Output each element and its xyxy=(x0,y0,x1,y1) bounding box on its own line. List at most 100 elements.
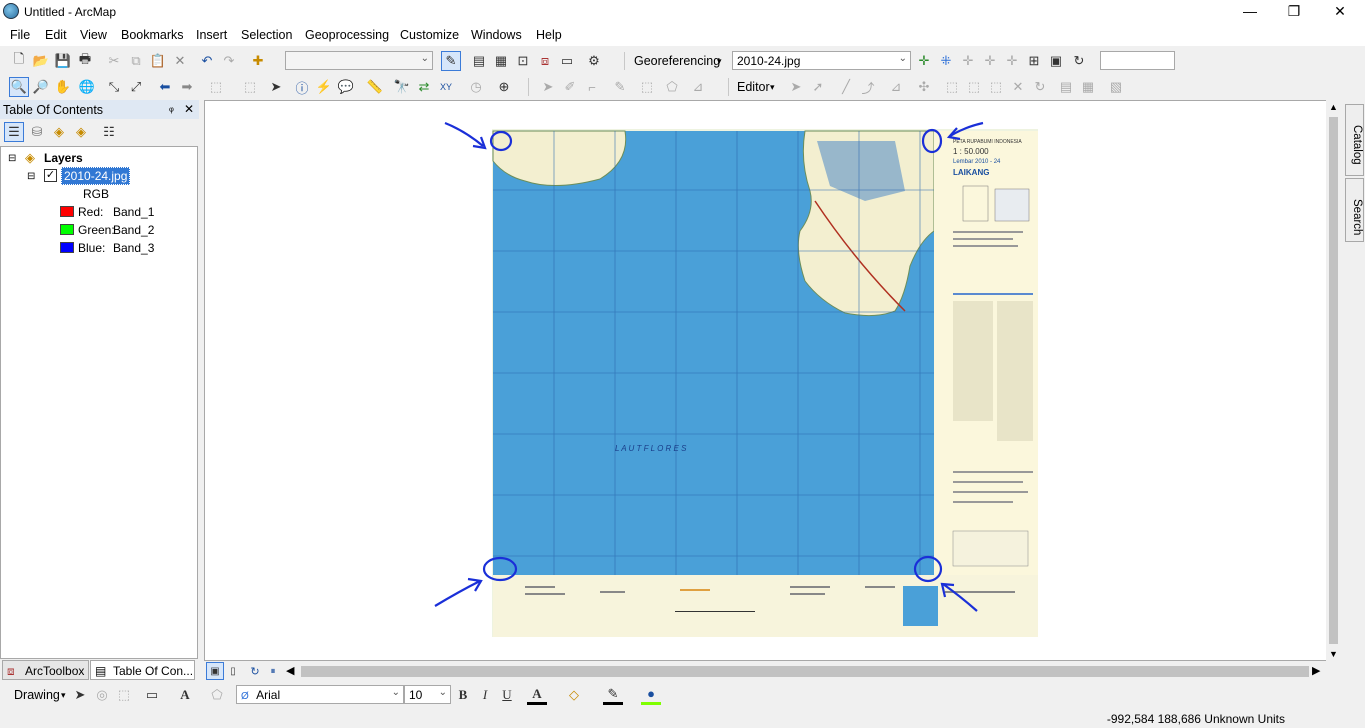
list-by-visibility-icon[interactable]: ◈ xyxy=(49,122,69,142)
table-of-contents-icon[interactable]: ▤ xyxy=(469,51,489,71)
menu-insert[interactable]: Insert xyxy=(196,28,227,42)
go-forward-icon[interactable]: ➡ xyxy=(177,77,197,97)
straight-segment-icon[interactable]: ⌐ xyxy=(582,77,602,97)
edit-vertices-icon[interactable]: ⬚ xyxy=(637,77,657,97)
scroll-up-icon[interactable]: ▲ xyxy=(1329,102,1338,112)
rotate-element-icon[interactable]: ◎ xyxy=(92,685,112,705)
marker-color-icon[interactable]: ● xyxy=(641,685,661,705)
print-icon[interactable]: 🖶 xyxy=(75,51,95,71)
map-scale-combo[interactable]: ⌄ xyxy=(285,51,433,70)
select-elements-icon[interactable]: ➤ xyxy=(266,77,286,97)
select-link-icon[interactable]: ✛ xyxy=(958,51,978,71)
search-window-icon[interactable]: ⊡ xyxy=(513,51,533,71)
sketch-properties-icon[interactable]: ▦ xyxy=(1078,77,1098,97)
rotate-edit-icon[interactable]: ↻ xyxy=(1030,77,1050,97)
undo-icon[interactable]: ↶ xyxy=(197,51,217,71)
link-table-icon[interactable]: ▣ xyxy=(1046,51,1066,71)
search-dock-tab[interactable]: Search xyxy=(1345,178,1364,242)
delete-vertex-icon[interactable]: ⬚ xyxy=(986,77,1006,97)
find-route-icon[interactable]: ⇄ xyxy=(414,77,434,97)
list-by-source-icon[interactable]: ⛁ xyxy=(27,122,47,142)
menu-help[interactable]: Help xyxy=(536,28,562,42)
minimize-button[interactable]: — xyxy=(1227,0,1273,24)
delete-link-icon[interactable]: ✛ xyxy=(1002,51,1022,71)
zoom-in-icon[interactable]: 🔍 xyxy=(9,77,29,97)
clear-selection-icon[interactable]: ⬚ xyxy=(240,77,260,97)
layout-view-icon[interactable]: ▯ xyxy=(224,662,242,680)
editor-toolbar-icon[interactable]: ✎ xyxy=(441,51,461,71)
select-features-icon[interactable]: ⬚ xyxy=(206,77,226,97)
fixed-zoom-out-icon[interactable]: ⤢ xyxy=(126,77,146,97)
add-control-points-icon[interactable]: ✛ xyxy=(914,51,934,71)
full-extent-icon[interactable]: 🌐 xyxy=(77,77,97,97)
hyperlink-icon[interactable]: 💬 xyxy=(336,77,356,97)
time-slider-icon[interactable]: ◷ xyxy=(466,77,486,97)
go-back-icon[interactable]: ⬅ xyxy=(155,77,175,97)
edit-tool-icon[interactable]: ➤ xyxy=(538,77,558,97)
create-viewer-window-icon[interactable]: ⊕ xyxy=(494,77,514,97)
menu-selection[interactable]: Selection xyxy=(241,28,292,42)
layer-name[interactable]: 2010-24.jpg xyxy=(61,167,131,185)
select-elements-icon[interactable]: ➤ xyxy=(70,685,90,705)
underline-button[interactable]: U xyxy=(497,685,517,705)
pin-icon[interactable]: ᵩ xyxy=(169,102,174,114)
georef-layer-combo[interactable]: 2010-24.jpg ⌄ xyxy=(732,51,911,70)
html-popup-icon[interactable]: ⚡ xyxy=(314,77,334,97)
layers-root[interactable]: Layers xyxy=(44,151,83,165)
list-by-drawing-order-icon[interactable]: ☰ xyxy=(4,122,24,142)
menu-customize[interactable]: Customize xyxy=(400,28,459,42)
add-data-icon[interactable]: ✚ xyxy=(248,51,268,71)
list-by-selection-icon[interactable]: ◈ xyxy=(71,122,91,142)
midpoint-icon[interactable]: ✣ xyxy=(914,77,934,97)
drawing-menu[interactable]: Drawing xyxy=(14,688,60,702)
menu-bookmarks[interactable]: Bookmarks xyxy=(121,28,184,42)
zoom-to-elements-icon[interactable]: ⬚ xyxy=(114,685,134,705)
edit-vertex-icon[interactable]: ⬚ xyxy=(942,77,962,97)
close-button[interactable]: ✕ xyxy=(1317,0,1363,24)
vertical-scroll-thumb[interactable] xyxy=(1329,117,1338,644)
text-tool-icon[interactable]: A xyxy=(175,685,195,705)
auto-registration-icon[interactable]: ⁜ xyxy=(936,51,956,71)
font-combo[interactable]: Ø Arial ⌄ xyxy=(236,685,404,704)
rectangle-icon[interactable]: ▭ xyxy=(142,685,162,705)
rotate-icon[interactable]: ↻ xyxy=(1069,51,1089,71)
collapse-icon[interactable]: ⊟ xyxy=(27,171,35,182)
toc-close-icon[interactable]: ✕ xyxy=(184,102,194,116)
attributes-icon[interactable]: ▤ xyxy=(1056,77,1076,97)
collapse-icon[interactable]: ⊟ xyxy=(8,153,16,164)
pause-drawing-icon[interactable]: ⏸ xyxy=(264,662,282,680)
italic-button[interactable]: I xyxy=(475,685,495,705)
copy-icon[interactable]: ⧉ xyxy=(126,51,146,71)
add-vertex-icon[interactable]: ⬚ xyxy=(964,77,984,97)
paste-icon[interactable]: 📋 xyxy=(148,51,168,71)
menu-file[interactable]: File xyxy=(10,28,30,42)
menu-view[interactable]: View xyxy=(80,28,107,42)
sketch-icon[interactable]: ✎ xyxy=(610,77,630,97)
create-features-icon[interactable]: ▧ xyxy=(1106,77,1126,97)
identify-icon[interactable]: ⓘ xyxy=(292,77,312,97)
redo-icon[interactable]: ↷ xyxy=(219,51,239,71)
edit-annotation-icon[interactable]: ➚ xyxy=(808,77,828,97)
split-icon[interactable]: ✕ xyxy=(1008,77,1028,97)
zoom-to-selected-link-icon[interactable]: ✛ xyxy=(980,51,1000,71)
model-builder-icon[interactable]: ⚙ xyxy=(584,51,604,71)
fill-color-icon[interactable]: ◇ xyxy=(564,685,584,705)
georeferencing-menu[interactable]: Georeferencing xyxy=(634,54,720,68)
trace-icon[interactable]: ⊿ xyxy=(886,77,906,97)
editor-menu[interactable]: Editor xyxy=(737,80,770,94)
tab-table-of-contents[interactable]: ▤ Table Of Con... xyxy=(90,660,195,680)
new-document-icon[interactable]: 🗋 xyxy=(9,51,29,71)
catalog-icon[interactable]: ▦ xyxy=(491,51,511,71)
cut-icon[interactable]: ✂ xyxy=(104,51,124,71)
catalog-dock-tab[interactable]: Catalog xyxy=(1345,104,1364,176)
map-display[interactable]: L A U T F L O R E S PETA RUPABUMI INDONE… xyxy=(204,100,1327,661)
menu-geoprocessing[interactable]: Geoprocessing xyxy=(305,28,389,42)
find-icon[interactable]: 🔭 xyxy=(392,77,412,97)
save-icon[interactable]: 💾 xyxy=(53,51,73,71)
bold-button[interactable]: B xyxy=(453,685,473,705)
pan-icon[interactable]: ✋ xyxy=(53,77,73,97)
annotation-edit-icon[interactable]: ✐ xyxy=(560,77,580,97)
viewer-icon[interactable]: ⊞ xyxy=(1024,51,1044,71)
scroll-right-icon[interactable]: ▶ xyxy=(1312,664,1320,677)
menu-windows[interactable]: Windows xyxy=(471,28,522,42)
